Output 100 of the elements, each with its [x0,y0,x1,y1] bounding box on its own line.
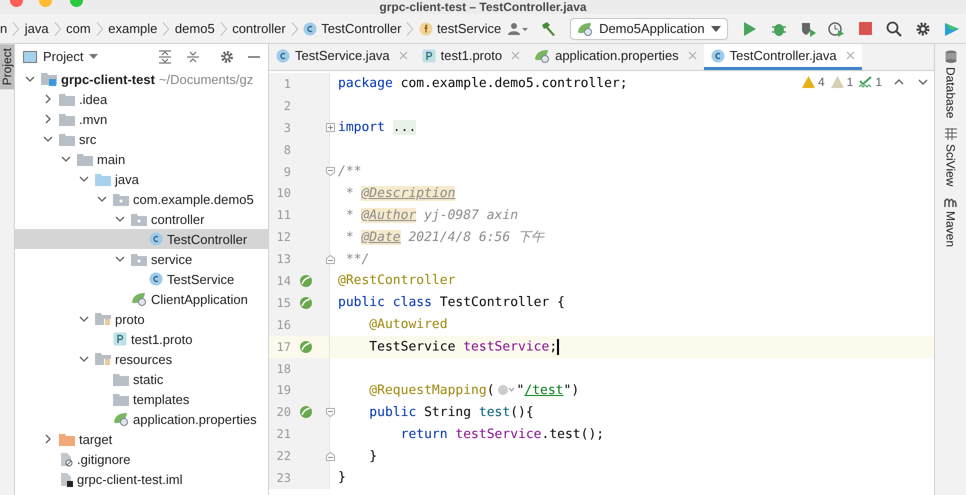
tree-label: TestService [167,272,234,286]
tree-label: .idea [79,92,108,106]
tree-row[interactable]: service [15,249,268,269]
inspection-count[interactable]: 1 [830,75,854,89]
tree-row[interactable]: TestService [15,269,268,289]
caret-icon [710,26,721,32]
tree-label: service [151,252,192,266]
tree-row[interactable]: TestController [15,229,268,249]
tool-window-tab[interactable]: SciView [944,128,958,187]
line-number: 22 [276,449,291,464]
breadcrumb[interactable]: controller [230,21,288,36]
line-number: 19 [276,383,291,398]
breadcrumb[interactable]: n [0,21,10,36]
code-line: } [368,448,378,464]
tree-row[interactable]: .idea [15,89,268,109]
package-icon [131,212,147,226]
expand-all-icon[interactable] [158,50,172,64]
tree-row[interactable]: com.example.demo5 [15,189,268,209]
run-configuration-dropdown[interactable]: Demo5Application [570,18,728,40]
tree-row[interactable]: grpc-client-test ~/Documents/gz [15,69,268,89]
tree-row[interactable]: .mvn [15,109,268,129]
tree-label: .gitignore [77,452,130,466]
breadcrumb[interactable]: com [64,21,93,36]
code-line: import ... [338,120,416,136]
inspection-count[interactable]: 1 [859,75,882,89]
line-number: 14 [276,274,291,288]
chevron-icon [162,20,170,36]
class-icon [149,232,163,246]
tree-row[interactable]: application.properties [15,409,268,429]
tree-row[interactable]: static [15,369,268,389]
editor-tab[interactable]: TestService.java [269,44,415,70]
tree-row[interactable]: proto [15,309,268,329]
editor-tab[interactable]: test1.proto [414,44,528,70]
breadcrumb[interactable]: TestController [301,21,404,36]
tree-row[interactable]: test1.proto [15,329,268,349]
tree-label: controller [151,212,204,226]
bean-icon[interactable] [299,340,313,354]
line-number: 15 [276,296,291,310]
check-icon [859,76,872,88]
tool-window-tab[interactable]: Database [944,50,958,118]
line-number: 10 [276,186,291,200]
previous-icon[interactable] [894,78,904,86]
maven-icon [944,196,957,207]
search-icon[interactable] [884,18,904,38]
code-line: return testService.test(); [400,426,604,442]
fold-icon[interactable] [326,123,334,132]
tree-row[interactable]: grpc-client-test.iml [15,469,268,489]
tree-row[interactable]: .gitignore [15,449,268,469]
database-icon [944,50,956,63]
line-number: 16 [276,318,291,332]
tree-row[interactable]: templates [15,389,268,409]
tree-label: target [79,432,112,446]
tree-label: grpc-client-test.iml [77,472,182,486]
inspection-count[interactable]: 4 [802,75,825,89]
project-view-dropdown[interactable]: Project [23,49,98,64]
settings-icon[interactable] [220,50,234,64]
bean-icon[interactable] [299,274,313,288]
tree-label: src [79,132,96,146]
line-number: 13 [276,252,291,266]
file-icon [59,452,73,466]
editor-tab[interactable]: TestController.java [704,44,862,70]
breadcrumb[interactable]: demo5 [172,21,217,36]
editor-tab[interactable]: application.properties [527,44,704,70]
leaf-icon [113,412,129,426]
next-icon[interactable] [918,78,928,86]
folder-icon [95,312,111,326]
code-line: @RequestMapping( "/test") [368,382,580,398]
folder-icon [95,352,111,366]
tree-row[interactable]: ClientApplication [15,289,268,309]
tree-row[interactable]: src [15,129,268,149]
tool-window-tab[interactable]: Project [0,44,14,90]
code-line: **/ [344,252,370,267]
line-number: 18 [276,362,291,376]
tree-row[interactable]: controller [15,209,268,229]
bean-icon[interactable] [299,405,313,420]
code-line: * @Date 2021/4/8 6:56 下午 [344,229,544,246]
tree-label: com.example.demo5 [133,192,254,206]
breadcrumb[interactable]: testService [416,21,504,36]
tool-window-tab[interactable]: Maven [944,196,958,247]
code-line: @RestController [338,273,456,288]
code-line: * @Description [344,186,456,201]
chevron-icon [290,20,298,36]
tree-row[interactable]: resources [15,349,268,369]
fold-icon[interactable] [326,167,334,176]
breadcrumb[interactable]: example [106,21,160,36]
bean-icon[interactable] [299,296,313,310]
breadcrumb[interactable]: java [22,21,51,36]
tree-row[interactable]: java [15,169,268,189]
class-icon [276,48,290,62]
tree-row[interactable]: target [15,429,268,449]
line-number: 3 [282,120,291,135]
tree-label: java [115,172,139,186]
fold-icon[interactable] [326,408,334,417]
line-number: 1 [282,76,291,91]
class-icon [303,22,318,36]
grid-icon [944,128,956,140]
class-icon [149,272,163,286]
leaf-icon [131,292,147,306]
collapse-all-icon[interactable] [186,50,200,64]
tree-row[interactable]: main [15,149,268,169]
